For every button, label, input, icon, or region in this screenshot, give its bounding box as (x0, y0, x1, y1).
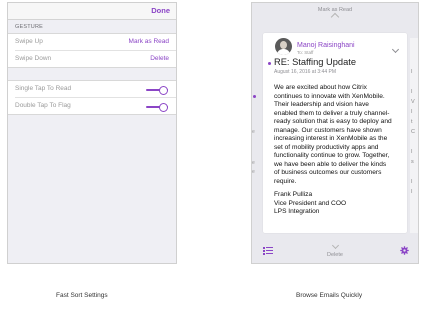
next-email-edge-char: I (411, 69, 413, 75)
tap-group: Single Tap To Read Double Tap To Flag (8, 80, 176, 115)
next-email-edge-char: V (411, 99, 415, 105)
body-line: functionality continue to grow. Together… (274, 152, 390, 160)
chevron-up-icon (330, 12, 340, 22)
swipe-up-row[interactable]: Swipe Up Mark as Read (8, 34, 176, 50)
body-line: manage. Our customers have shown (274, 126, 382, 134)
body-line: of business outcomes our customers (274, 169, 382, 177)
double-tap-row: Double Tap To Flag (15, 97, 176, 114)
swipe-down-value: Delete (150, 55, 169, 62)
delete-hint: Delete (327, 252, 343, 258)
email-date: August 16, 2016 at 3:44 PM (274, 69, 336, 75)
recipient-line: To: Staff (297, 50, 314, 55)
single-tap-label: Single Tap To Read (15, 85, 72, 92)
signature-line: Vice President and COO (274, 199, 347, 207)
unread-dot (253, 95, 256, 98)
right-caption: Browse Emails Quickly (296, 292, 363, 299)
body-line: require. (274, 178, 297, 186)
unread-dot (268, 62, 271, 65)
next-email-edge-char: C (411, 129, 415, 135)
next-email-edge-char: I (411, 109, 413, 115)
single-tap-row: Single Tap To Read (8, 81, 176, 97)
prev-email-edge-char: e (252, 129, 255, 135)
double-tap-label: Double Tap To Flag (15, 102, 71, 109)
email-signature: Frank Pulliza Vice President and COO LPS… (274, 191, 346, 217)
next-email-peek[interactable] (410, 38, 418, 233)
email-body: We are excited about how Citrix continue… (274, 84, 402, 187)
list-icon[interactable] (263, 247, 273, 255)
email-screen: Mark as Read e e e I I V I t C I s I I M… (251, 2, 419, 264)
body-line: ready solution that is easy to deploy an… (274, 118, 392, 126)
body-line: we have been able to deliver the kinds (274, 160, 387, 168)
signature-line: Frank Pulliza (274, 191, 313, 198)
swipe-up-label: Swipe Up (15, 38, 43, 45)
swipe-down-row[interactable]: Swipe Down Delete (15, 50, 176, 67)
next-email-edge-char: I (411, 179, 413, 185)
gesture-group: Swipe Up Mark as Read Swipe Down Delete (8, 33, 176, 68)
nav-bar: Done (8, 3, 176, 20)
next-email-edge-char: I (411, 189, 413, 195)
chevron-down-icon (331, 241, 340, 250)
body-line: We are excited about how Citrix (274, 84, 367, 91)
email-card[interactable]: Manoj Raisinghani To: Staff RE: Staffing… (263, 33, 407, 233)
gesture-section-header: GESTURE (15, 24, 43, 30)
settings-screen: Done GESTURE Swipe Up Mark as Read Swipe… (7, 2, 177, 264)
signature-line: LPS Integration (274, 208, 320, 216)
swipe-down-label: Swipe Down (15, 55, 52, 62)
body-line: Their leadership and vision have (274, 101, 369, 109)
body-line: enabled them to deliver a truly channel- (274, 109, 390, 117)
next-email-edge-char: t (411, 119, 413, 125)
body-line: continues to innovate with XenMobile. (274, 92, 385, 100)
gear-icon[interactable] (400, 246, 409, 255)
left-caption: Fast Sort Settings (56, 292, 108, 299)
sender-name[interactable]: Manoj Raisinghani (297, 42, 355, 49)
prev-email-edge-char: e (252, 160, 255, 166)
body-line: increasing interest in XenMobile as the (274, 135, 388, 143)
prev-email-edge-char: e (252, 169, 255, 175)
email-subject: RE: Staffing Update (274, 57, 357, 67)
chevron-down-icon[interactable] (391, 45, 400, 54)
next-email-edge-char: I (411, 149, 413, 155)
body-line: set of mobility productivity apps and (274, 143, 379, 151)
double-tap-toggle[interactable] (146, 103, 168, 112)
single-tap-toggle[interactable] (146, 86, 168, 95)
avatar (275, 38, 292, 55)
next-email-edge-char: I (411, 89, 413, 95)
swipe-up-value: Mark as Read (128, 38, 169, 45)
done-button[interactable]: Done (151, 6, 170, 15)
next-email-edge-char: s (411, 159, 414, 165)
